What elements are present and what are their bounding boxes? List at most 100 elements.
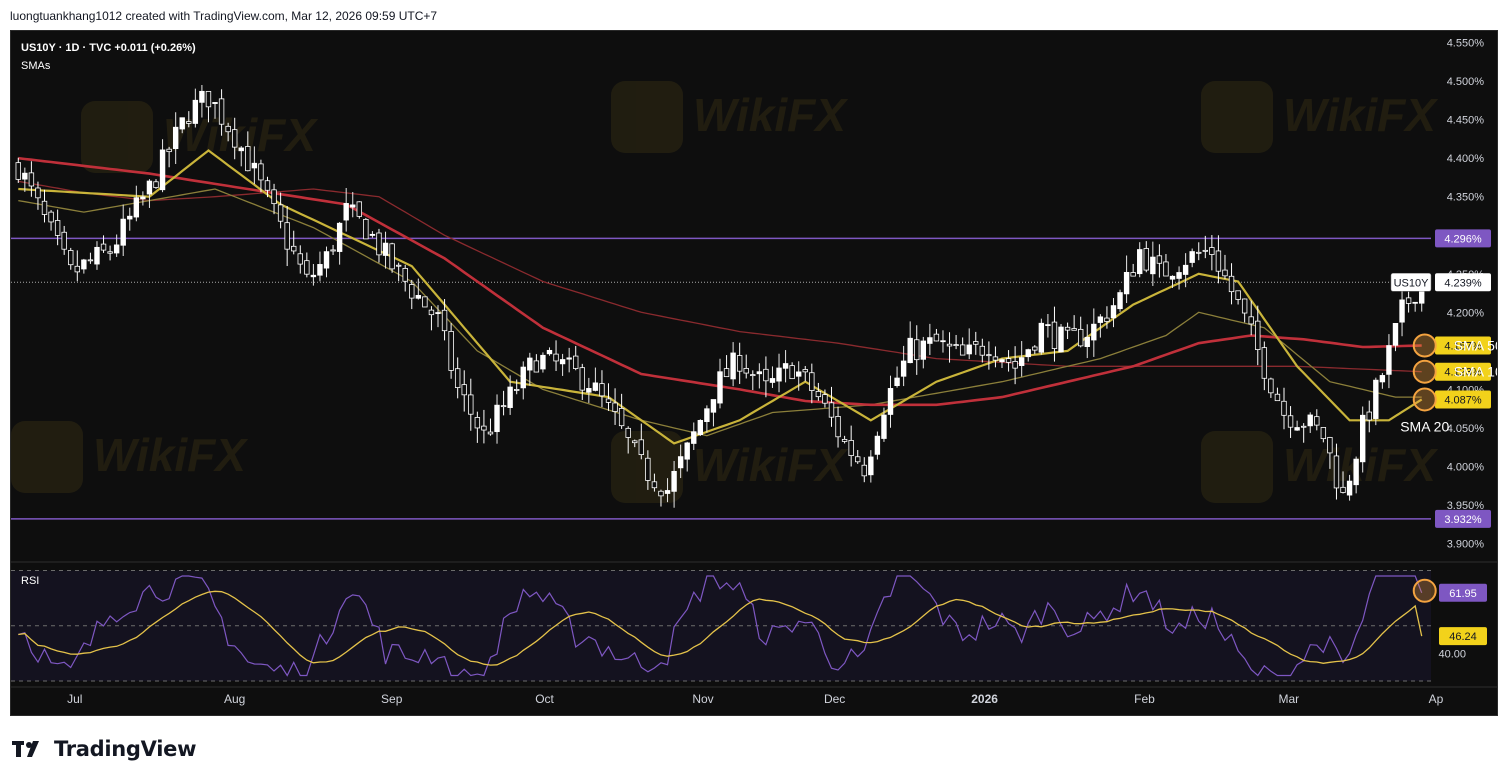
candle-body: [1117, 292, 1123, 310]
candle: [409, 279, 415, 310]
candle-body: [172, 126, 179, 150]
candle-body: [914, 339, 920, 361]
candle: [1287, 406, 1294, 438]
candle-body: [802, 369, 808, 373]
candle: [966, 328, 972, 360]
candle: [127, 207, 133, 231]
candle-body: [166, 148, 172, 153]
watermark-badge: [11, 421, 83, 493]
time-axis-label: Ap: [1429, 692, 1444, 706]
candle-body: [251, 162, 258, 169]
sma-value-tag-text: 4.087%: [1444, 394, 1482, 406]
candle: [146, 179, 153, 208]
candle: [907, 321, 913, 364]
candle-body: [1012, 361, 1018, 369]
candle-body: [618, 407, 625, 427]
candle-body: [199, 90, 205, 103]
candle-body: [1196, 251, 1202, 254]
candle: [133, 185, 140, 222]
candle: [1373, 377, 1379, 426]
candle: [612, 388, 618, 425]
time-axis-label: Oct: [535, 692, 554, 706]
candle: [599, 370, 605, 408]
watermark-badge: [1201, 431, 1273, 503]
level-price-tag-text: 4.296%: [1444, 233, 1482, 245]
candle-body: [494, 404, 500, 433]
candle-body: [553, 353, 559, 362]
candle-body: [1405, 297, 1412, 304]
candle-body: [218, 98, 225, 125]
candle-body: [74, 265, 80, 273]
candle: [638, 423, 644, 460]
candle-body: [717, 371, 723, 404]
candle-body: [186, 121, 192, 124]
candle: [1058, 324, 1064, 353]
candle-body: [894, 377, 900, 387]
candle-body: [389, 243, 395, 270]
candle: [704, 405, 710, 433]
candle: [1156, 244, 1163, 278]
candle: [350, 191, 356, 218]
candle-body: [756, 371, 763, 375]
candle: [343, 187, 349, 232]
candle-body: [409, 284, 415, 299]
candle: [1241, 298, 1248, 323]
candle-body: [1032, 346, 1038, 351]
candle: [1084, 324, 1090, 359]
candle: [763, 356, 769, 398]
candle-body: [1018, 357, 1025, 366]
candle: [1399, 287, 1405, 337]
sma-highlight-circle: [1412, 359, 1437, 384]
tradingview-logo[interactable]: TradingView: [12, 737, 196, 761]
candle-body: [1346, 480, 1353, 496]
watermark-text: WikiFX: [1283, 89, 1438, 141]
candle-body: [1058, 326, 1064, 353]
candle: [1274, 387, 1281, 402]
candle: [1176, 266, 1182, 290]
wikifx-watermark: WikiFX: [611, 81, 848, 153]
candle-body: [1071, 328, 1077, 331]
candle: [592, 367, 599, 392]
candle-body: [212, 102, 218, 104]
tradingview-chart[interactable]: WikiFX WikiFX WikiFX WikiFX WikiFX WikiFX 4.5…: [11, 31, 1506, 715]
candle: [94, 241, 100, 270]
candle-body: [448, 331, 454, 371]
candle-body: [697, 420, 704, 436]
candle-body: [1110, 305, 1117, 319]
candle: [422, 296, 428, 308]
time-axis-label: 2026: [971, 692, 998, 706]
candle: [474, 411, 481, 443]
candle-body: [1051, 321, 1058, 349]
candle-body: [546, 349, 553, 355]
candle-body: [1314, 416, 1320, 426]
candle: [1130, 263, 1136, 277]
sma-annotation-label: SMA 100: [1454, 364, 1497, 380]
candle-body: [1392, 322, 1399, 346]
candle: [363, 217, 369, 240]
candle: [979, 338, 986, 363]
candle-body: [87, 259, 94, 262]
candle-body: [369, 233, 376, 236]
candle-body: [1307, 414, 1313, 427]
candle: [946, 332, 953, 363]
candle-body: [999, 359, 1005, 363]
sma-highlight-circle: [1412, 333, 1437, 358]
candle: [481, 409, 487, 444]
candle-body: [651, 481, 658, 489]
candle-body: [15, 162, 21, 180]
candle-body: [205, 91, 212, 108]
chart-frame[interactable]: WikiFX WikiFX WikiFX WikiFX WikiFX WikiFX 4.5…: [10, 30, 1506, 716]
candle-body: [264, 180, 271, 191]
candle-body: [1222, 269, 1228, 277]
candle: [74, 250, 80, 282]
candle-body: [1038, 322, 1045, 353]
candle-body: [330, 249, 336, 252]
rsi-highlight-circle: [1412, 578, 1437, 603]
candle-body: [592, 382, 599, 391]
candle: [1228, 263, 1235, 305]
candle-body: [1137, 249, 1143, 275]
candle-body: [559, 359, 566, 365]
candle: [1163, 254, 1169, 277]
candle-body: [304, 260, 310, 275]
candle: [1117, 289, 1123, 312]
